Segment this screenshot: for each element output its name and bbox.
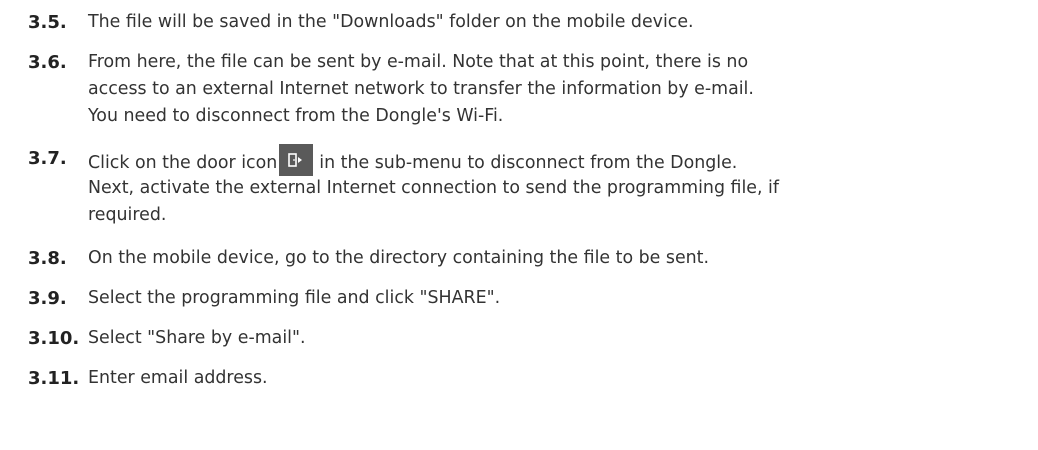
step-number: 3.7. — [28, 148, 67, 169]
step-text-line: Click on the door icon in the sub-menu to… — [88, 144, 1018, 177]
step-text-line: Next, activate the external Internet con… — [88, 178, 780, 198]
door-exit-icon — [279, 144, 314, 176]
step-text: On the mobile device, go to the director… — [88, 247, 1018, 277]
step-text-line: Enter email address. — [88, 368, 268, 388]
step-text-line: From here, the file can be sent by e-mai… — [88, 52, 749, 72]
step-text-line: You need to disconnect from the Dongle's… — [88, 106, 504, 126]
step-text-line: access to an external Internet network t… — [88, 79, 754, 99]
step-text-line: On the mobile device, go to the director… — [88, 248, 710, 268]
step-text: Click on the door icon in the sub-menu to… — [88, 144, 1018, 231]
step-number: 3.8. — [28, 248, 67, 269]
step-text-line: The file will be saved in the "Downloads… — [88, 12, 694, 32]
step-text: From here, the file can be sent by e-mai… — [88, 51, 1018, 132]
step-number: 3.9. — [28, 288, 67, 309]
step-text-line: required. — [88, 205, 167, 225]
instruction-document: 3.5. The file will be saved in the "Down… — [0, 0, 1038, 450]
step-text: Select "Share by e-mail". — [88, 327, 1018, 357]
step-number: 3.5. — [28, 12, 67, 33]
step-number: 3.11. — [28, 368, 80, 389]
step-text: The file will be saved in the "Downloads… — [88, 11, 1018, 41]
step-text: Select the programming file and click "S… — [88, 287, 1018, 317]
step-text-line: Select "Share by e-mail". — [88, 328, 306, 348]
step-number: 3.6. — [28, 52, 67, 73]
step-text: Enter email address. — [88, 367, 1018, 397]
step-text-after-icon: in the sub-menu to disconnect from the D… — [319, 153, 738, 173]
step-text-line: Select the programming file and click "S… — [88, 288, 501, 308]
step-number: 3.10. — [28, 328, 80, 349]
step-text-before-icon: Click on the door icon — [88, 153, 278, 173]
